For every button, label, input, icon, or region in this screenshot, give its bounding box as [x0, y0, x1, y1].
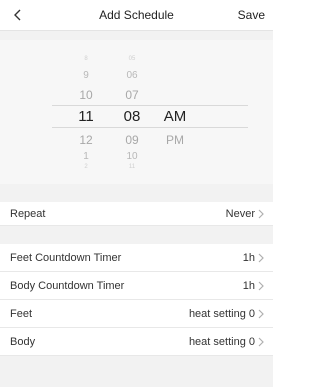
repeat-label: Repeat	[10, 208, 46, 220]
time-picker[interactable]: 8 05 9 06 10 07 11 08 AM 12 09 PM 1 10 2…	[0, 40, 273, 184]
selection-line-bottom	[52, 127, 248, 128]
minute-option[interactable]: 09	[117, 133, 147, 147]
body-countdown-timer-value: 1h	[242, 280, 255, 292]
feet-countdown-timer-value: 1h	[242, 252, 255, 264]
chevron-right-icon	[258, 209, 264, 219]
period-option[interactable]: PM	[160, 133, 190, 147]
feet-heat-row[interactable]: Feet heat setting 0	[0, 300, 273, 328]
selection-line-top	[52, 105, 248, 106]
feet-label: Feet	[10, 308, 33, 320]
bottom-spacer	[0, 356, 273, 387]
body-countdown-timer-label: Body Countdown Timer	[10, 280, 125, 292]
hour-option[interactable]: 1	[70, 151, 102, 162]
hour-option[interactable]: 9	[70, 70, 102, 81]
body-label: Body	[10, 336, 36, 348]
period-selected[interactable]: AM	[160, 108, 190, 125]
page-title: Add Schedule	[99, 8, 174, 22]
section-gap	[0, 226, 273, 244]
body-heat-value: heat setting 0	[188, 336, 255, 348]
hour-option[interactable]: 12	[70, 133, 102, 147]
feet-countdown-timer-row[interactable]: Feet Countdown Timer 1h	[0, 244, 273, 272]
repeat-row[interactable]: Repeat Never	[0, 202, 273, 226]
chevron-right-icon	[258, 253, 264, 263]
hour-option[interactable]: 10	[70, 88, 102, 102]
minute-option[interactable]: 07	[117, 88, 147, 102]
chevron-right-icon	[258, 281, 264, 291]
hour-option[interactable]: 8	[70, 56, 102, 62]
save-button[interactable]: Save	[238, 8, 265, 22]
hour-selected[interactable]: 11	[70, 108, 102, 125]
minute-option[interactable]: 10	[117, 151, 147, 162]
repeat-value: Never	[225, 208, 255, 220]
feet-heat-value: heat setting 0	[188, 308, 255, 320]
feet-countdown-timer-label: Feet Countdown Timer	[10, 252, 122, 264]
minute-option[interactable]: 05	[117, 56, 147, 62]
minute-selected[interactable]: 08	[117, 108, 147, 125]
minute-option[interactable]: 11	[117, 164, 147, 170]
chevron-right-icon	[258, 309, 264, 319]
nav-bar: Add Schedule Save	[0, 0, 273, 31]
hour-option[interactable]: 2	[70, 164, 102, 170]
minute-option[interactable]: 06	[117, 70, 147, 81]
section-gap	[0, 31, 273, 40]
section-gap	[0, 184, 273, 202]
chevron-right-icon	[258, 337, 264, 347]
body-countdown-timer-row[interactable]: Body Countdown Timer 1h	[0, 272, 273, 300]
body-heat-row[interactable]: Body heat setting 0	[0, 328, 273, 356]
